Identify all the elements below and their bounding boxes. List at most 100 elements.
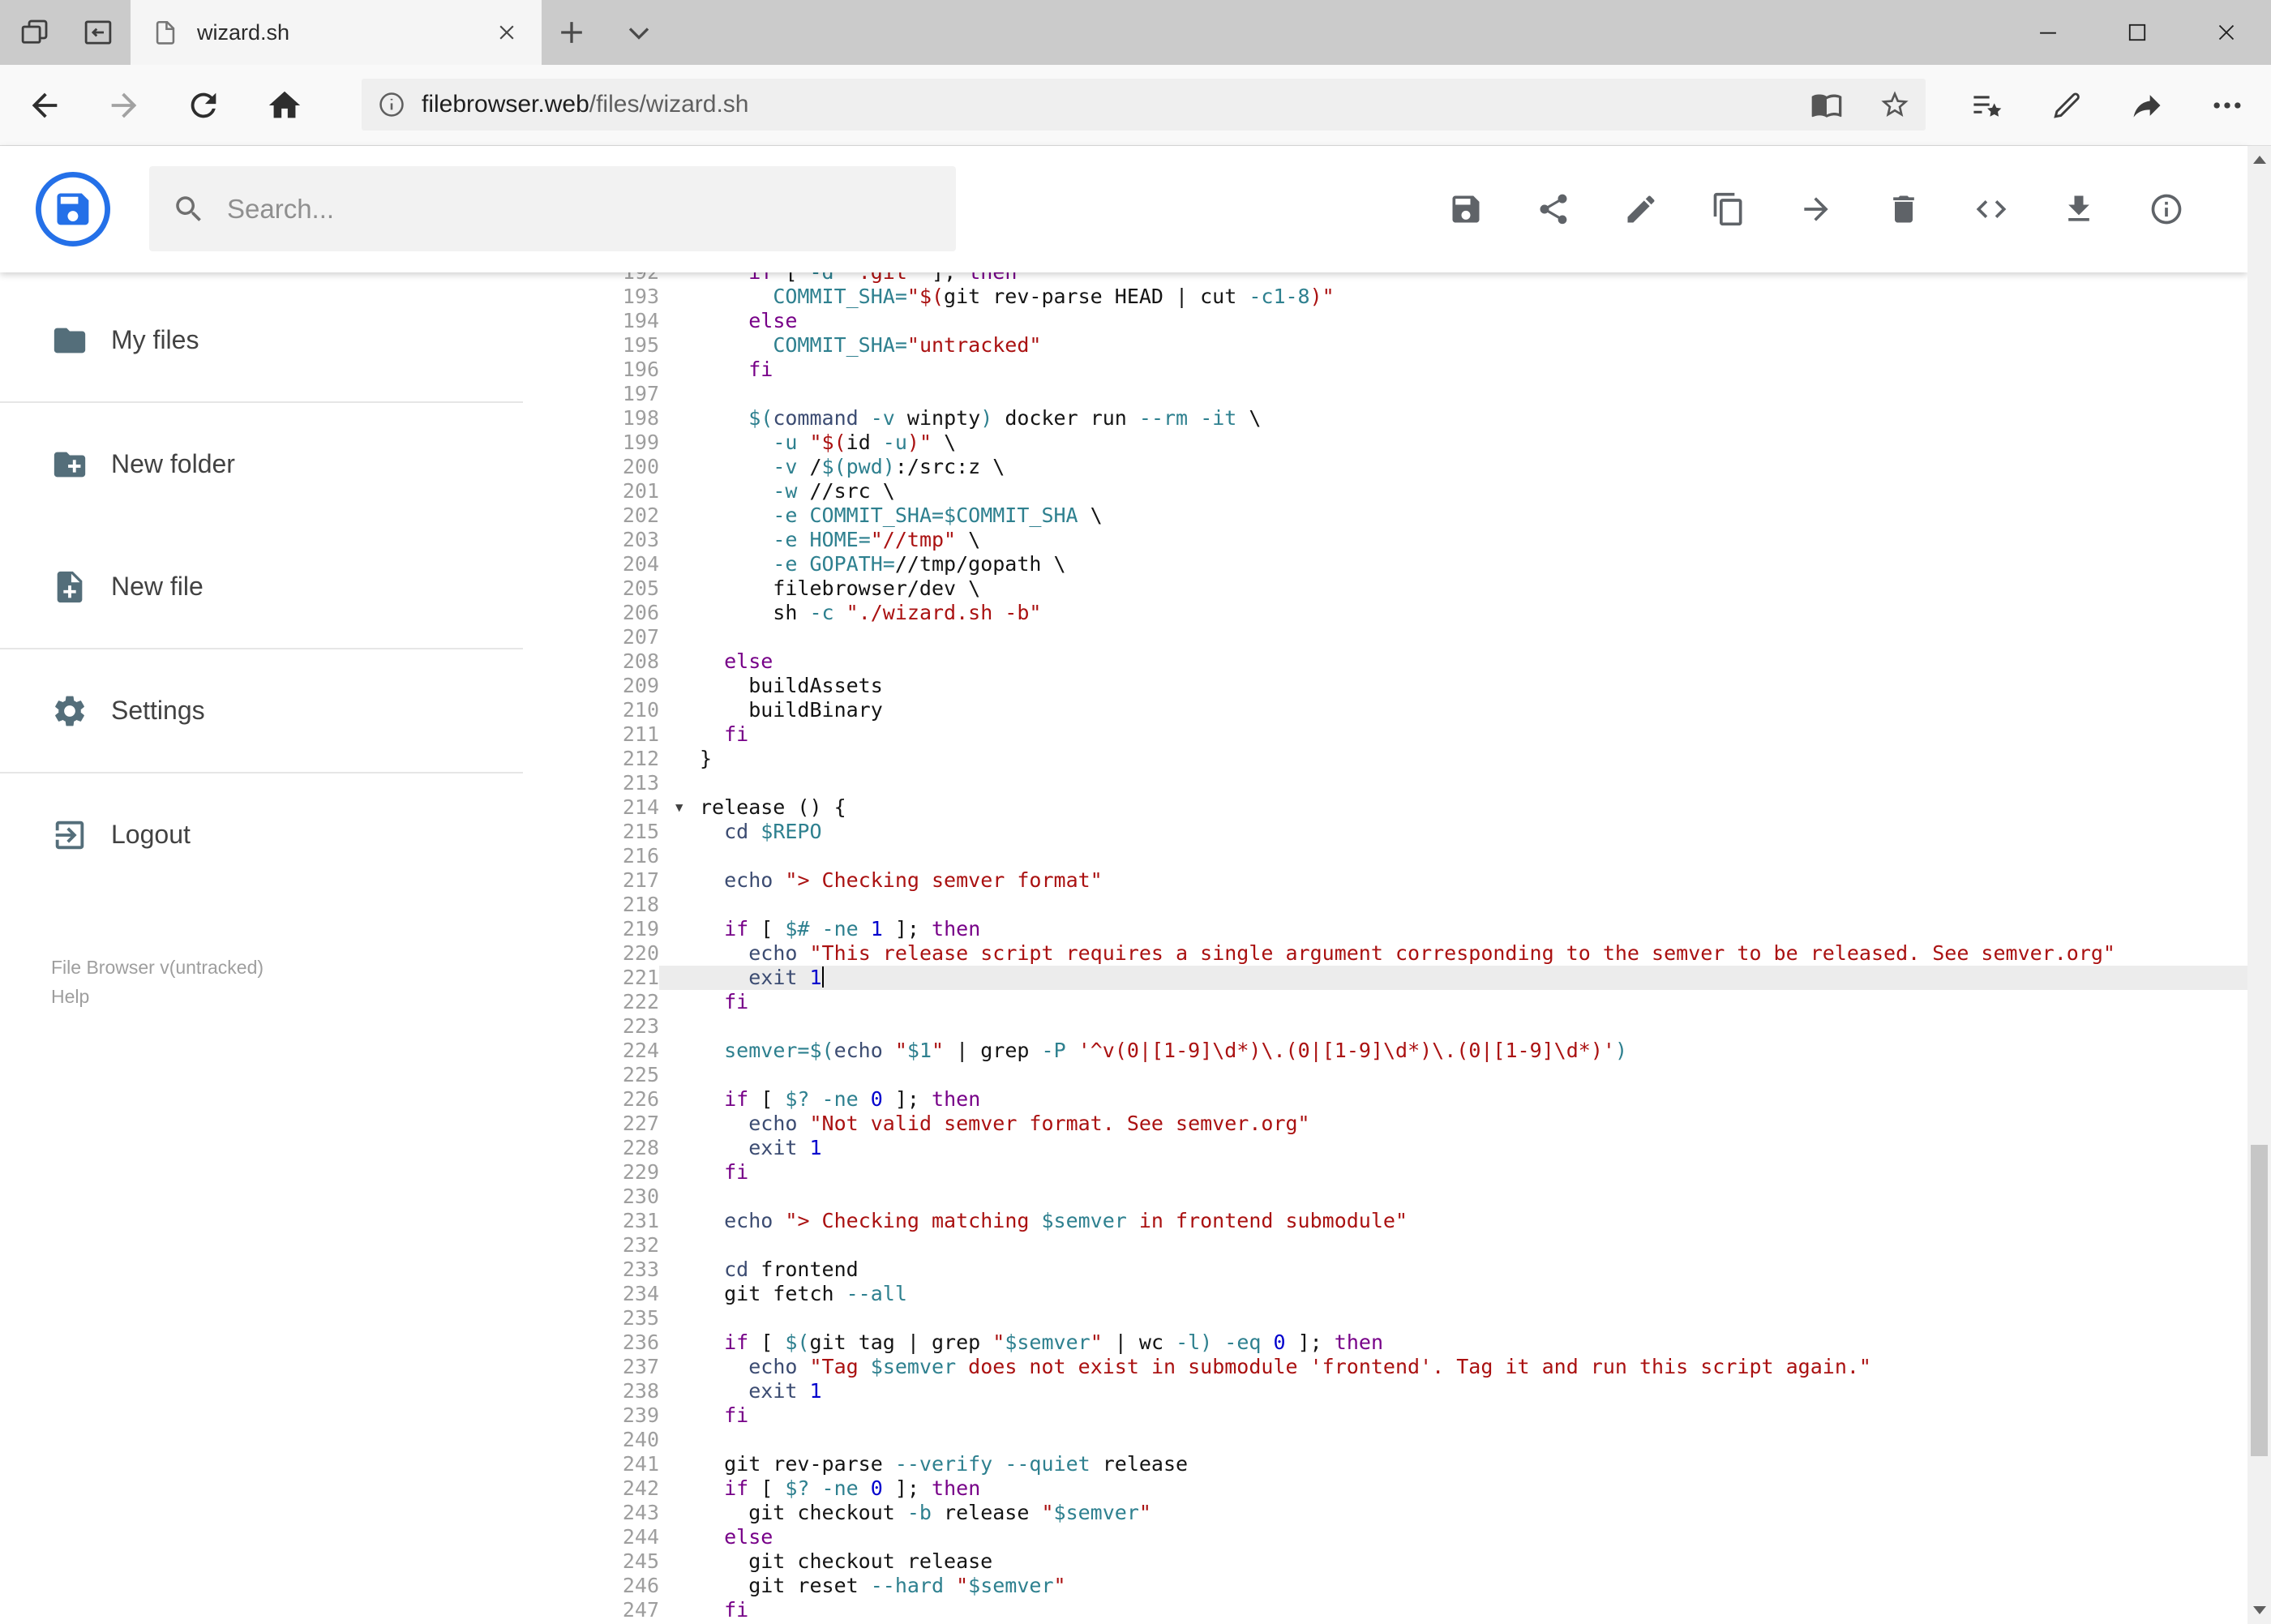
- code-line-242[interactable]: 242 if [ $? -ne 0 ]; then: [523, 1476, 2247, 1501]
- code-line-213[interactable]: 213: [523, 771, 2247, 795]
- sidebar-item-new-folder[interactable]: New folder: [0, 403, 523, 525]
- code-line-218[interactable]: 218: [523, 893, 2247, 917]
- maximize-button[interactable]: [2093, 0, 2182, 65]
- code-line-224[interactable]: 224 semver=$(echo "$1" | grep -P '^v(0|[…: [523, 1039, 2247, 1063]
- code-line-210[interactable]: 210 buildBinary: [523, 698, 2247, 722]
- raw-view-button[interactable]: [1973, 191, 2009, 227]
- code-line-245[interactable]: 245 git checkout release: [523, 1549, 2247, 1574]
- minimize-button[interactable]: [2003, 0, 2093, 65]
- code-line-244[interactable]: 244 else: [523, 1525, 2247, 1549]
- code-line-208[interactable]: 208 else: [523, 649, 2247, 674]
- code-line-235[interactable]: 235: [523, 1306, 2247, 1330]
- sidebar-item-logout[interactable]: Logout: [0, 773, 523, 896]
- search-box[interactable]: [149, 166, 956, 251]
- set-tabs-aside-icon[interactable]: [81, 15, 115, 49]
- code-line-230[interactable]: 230: [523, 1185, 2247, 1209]
- code-line-233[interactable]: 233 cd frontend: [523, 1258, 2247, 1282]
- fold-marker-icon[interactable]: ▾: [674, 795, 685, 819]
- code-line-216[interactable]: 216: [523, 844, 2247, 868]
- sidebar-item-settings[interactable]: Settings: [0, 649, 523, 772]
- code-line-211[interactable]: 211 fi: [523, 722, 2247, 747]
- code-line-195[interactable]: 195 COMMIT_SHA="untracked": [523, 333, 2247, 358]
- help-link[interactable]: Help: [51, 982, 264, 1011]
- code-line-234[interactable]: 234 git fetch --all: [523, 1282, 2247, 1306]
- search-input[interactable]: [227, 193, 933, 225]
- info-button[interactable]: [2149, 191, 2184, 227]
- code-line-227[interactable]: 227 echo "Not valid semver format. See s…: [523, 1112, 2247, 1136]
- code-line-217[interactable]: 217 echo "> Checking semver format": [523, 868, 2247, 893]
- forward-button[interactable]: [95, 65, 153, 145]
- share-icon[interactable]: [2129, 88, 2165, 123]
- address-bar[interactable]: filebrowser.web/files/wizard.sh: [362, 79, 1926, 131]
- rename-button[interactable]: [1623, 191, 1659, 227]
- code-line-238[interactable]: 238 exit 1: [523, 1379, 2247, 1403]
- scrollbar-track[interactable]: [2247, 146, 2271, 1624]
- sidebar-item-my-files[interactable]: My files: [0, 279, 523, 401]
- hub-favorites-icon[interactable]: [1969, 88, 2004, 123]
- close-tab-icon[interactable]: [493, 19, 521, 46]
- code-line-221[interactable]: 221 exit 1: [523, 966, 2247, 990]
- code-line-225[interactable]: 225: [523, 1063, 2247, 1087]
- code-line-199[interactable]: 199 -u "$(id -u)" \: [523, 431, 2247, 455]
- code-line-220[interactable]: 220 echo "This release script requires a…: [523, 941, 2247, 966]
- scroll-down-arrow-icon[interactable]: [2247, 1598, 2271, 1622]
- code-line-200[interactable]: 200 -v /$(pwd):/src:z \: [523, 455, 2247, 479]
- scrollbar-thumb[interactable]: [2251, 1145, 2268, 1456]
- code-line-197[interactable]: 197: [523, 382, 2247, 406]
- code-line-228[interactable]: 228 exit 1: [523, 1136, 2247, 1160]
- scroll-up-arrow-icon[interactable]: [2247, 148, 2271, 172]
- code-line-226[interactable]: 226 if [ $? -ne 0 ]; then: [523, 1087, 2247, 1112]
- code-line-198[interactable]: 198 $(command -v winpty) docker run --rm…: [523, 406, 2247, 431]
- code-line-232[interactable]: 232: [523, 1233, 2247, 1258]
- new-tab-button[interactable]: [554, 15, 589, 50]
- back-button[interactable]: [15, 65, 74, 145]
- code-line-193[interactable]: 193 COMMIT_SHA="$(git rev-parse HEAD | c…: [523, 285, 2247, 309]
- more-options-icon[interactable]: [2209, 88, 2245, 123]
- save-button[interactable]: [1448, 191, 1484, 227]
- favorite-star-icon[interactable]: [1879, 88, 1911, 121]
- code-line-196[interactable]: 196 fi: [523, 358, 2247, 382]
- code-line-229[interactable]: 229 fi: [523, 1160, 2247, 1185]
- code-line-236[interactable]: 236 if [ $(git tag | grep "$semver" | wc…: [523, 1330, 2247, 1355]
- code-line-240[interactable]: 240: [523, 1428, 2247, 1452]
- filebrowser-logo-icon[interactable]: [34, 170, 112, 248]
- download-button[interactable]: [2061, 191, 2097, 227]
- code-line-246[interactable]: 246 git reset --hard "$semver": [523, 1574, 2247, 1598]
- code-line-194[interactable]: 194 else: [523, 309, 2247, 333]
- code-line-192[interactable]: 192 if [ -d ".git" ]; then: [523, 272, 2247, 285]
- code-line-205[interactable]: 205 filebrowser/dev \: [523, 576, 2247, 601]
- copy-button[interactable]: [1711, 191, 1746, 227]
- code-line-201[interactable]: 201 -w //src \: [523, 479, 2247, 503]
- delete-button[interactable]: [1886, 191, 1922, 227]
- page-info-icon[interactable]: [376, 89, 407, 120]
- tabs-preview-icon[interactable]: [18, 15, 52, 49]
- code-line-222[interactable]: 222 fi: [523, 990, 2247, 1014]
- browser-tab[interactable]: wizard.sh: [131, 0, 542, 65]
- code-line-203[interactable]: 203 -e HOME="//tmp" \: [523, 528, 2247, 552]
- code-line-212[interactable]: 212}: [523, 747, 2247, 771]
- code-line-206[interactable]: 206 sh -c "./wizard.sh -b": [523, 601, 2247, 625]
- code-line-204[interactable]: 204 -e GOPATH=//tmp/gopath \: [523, 552, 2247, 576]
- move-button[interactable]: [1798, 191, 1834, 227]
- code-line-239[interactable]: 239 fi: [523, 1403, 2247, 1428]
- code-line-247[interactable]: 247 fi: [523, 1598, 2247, 1622]
- tab-list-chevron-icon[interactable]: [621, 15, 657, 50]
- code-line-207[interactable]: 207: [523, 625, 2247, 649]
- code-line-231[interactable]: 231 echo "> Checking matching $semver in…: [523, 1209, 2247, 1233]
- code-line-223[interactable]: 223: [523, 1014, 2247, 1039]
- code-line-215[interactable]: 215 cd $REPO: [523, 820, 2247, 844]
- code-line-243[interactable]: 243 git checkout -b release "$semver": [523, 1501, 2247, 1525]
- sidebar-item-new-file[interactable]: New file: [0, 525, 523, 648]
- share-button[interactable]: [1536, 191, 1571, 227]
- code-editor[interactable]: 192 if [ -d ".git" ]; then193 COMMIT_SHA…: [523, 272, 2247, 1624]
- code-line-237[interactable]: 237 echo "Tag $semver does not exist in …: [523, 1355, 2247, 1379]
- code-line-219[interactable]: 219 if [ $# -ne 1 ]; then: [523, 917, 2247, 941]
- code-line-214[interactable]: 214 ▾ release () {: [523, 795, 2247, 820]
- reading-view-icon[interactable]: [1810, 88, 1843, 121]
- refresh-button[interactable]: [174, 65, 233, 145]
- code-line-202[interactable]: 202 -e COMMIT_SHA=$COMMIT_SHA \: [523, 503, 2247, 528]
- home-button[interactable]: [255, 65, 314, 145]
- code-line-241[interactable]: 241 git rev-parse --verify --quiet relea…: [523, 1452, 2247, 1476]
- web-note-pen-icon[interactable]: [2049, 88, 2085, 123]
- close-window-button[interactable]: [2182, 0, 2271, 65]
